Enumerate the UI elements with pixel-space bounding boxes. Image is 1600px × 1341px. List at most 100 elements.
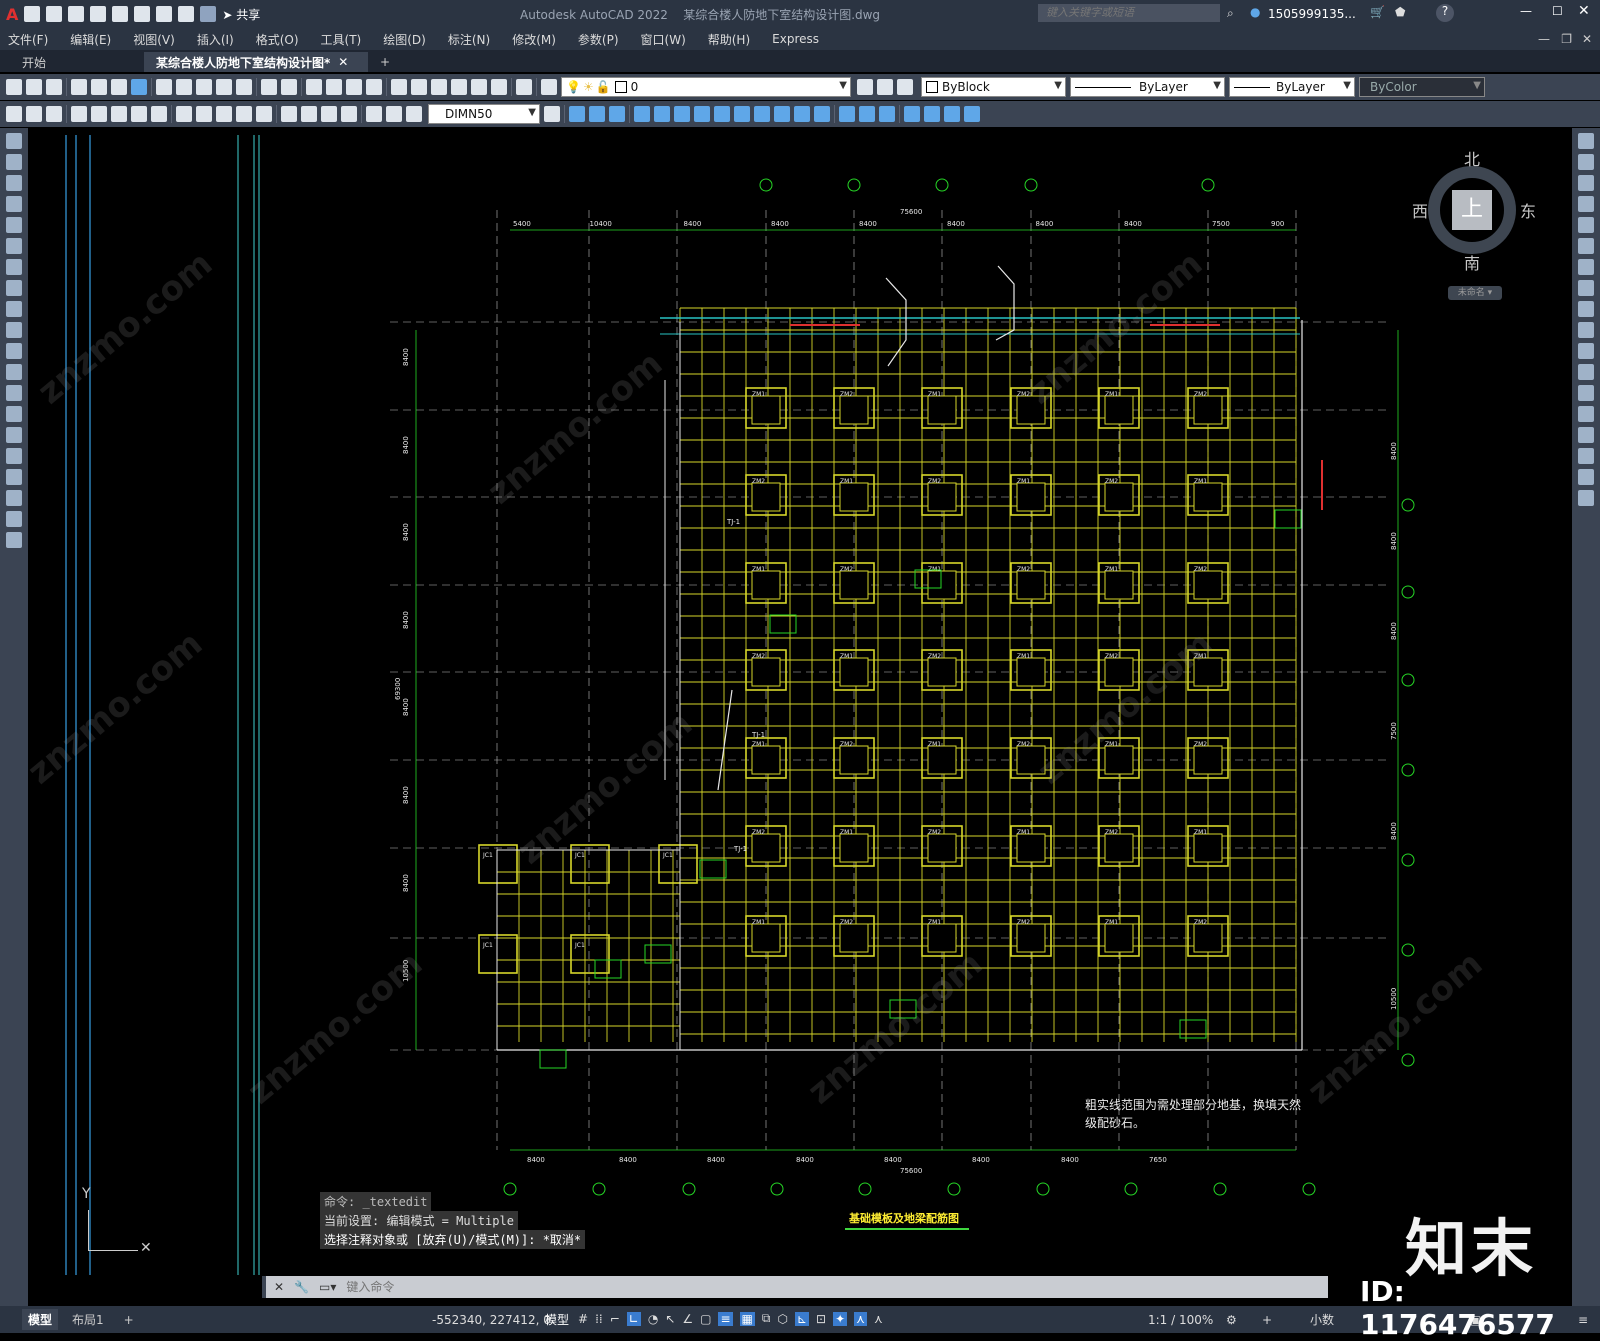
cart-icon[interactable]: 🛒	[1370, 5, 1385, 19]
new-tab-button[interactable]: +	[368, 52, 402, 72]
undo-icon[interactable]	[178, 6, 195, 22]
move-icon[interactable]	[1578, 238, 1594, 254]
user-icon[interactable]: ●	[1250, 5, 1260, 19]
preview-icon[interactable]	[91, 79, 107, 95]
redo-toolbar-icon[interactable]	[281, 79, 297, 95]
jogged-linear-icon[interactable]	[341, 106, 357, 122]
box-icon[interactable]	[754, 106, 770, 122]
offset-icon[interactable]	[1578, 196, 1594, 212]
mtext-icon[interactable]	[6, 511, 22, 527]
zoom-previous-icon[interactable]	[366, 79, 382, 95]
recent-commands-icon[interactable]: ▭▾	[319, 1280, 336, 1294]
dim-edit-icon[interactable]	[366, 106, 382, 122]
selection-cycling-icon[interactable]: ⧉	[762, 1311, 771, 1326]
line-tool-icon[interactable]	[6, 133, 22, 149]
radius-dim-icon[interactable]	[91, 106, 107, 122]
lightbulb-icon[interactable]: 💡	[566, 80, 581, 94]
cone-icon[interactable]	[794, 106, 810, 122]
publish-icon[interactable]	[134, 6, 151, 22]
break-icon[interactable]	[1578, 385, 1594, 401]
erase-icon[interactable]	[1578, 133, 1594, 149]
copy-icon[interactable]	[176, 79, 192, 95]
arc-length-icon[interactable]	[46, 106, 62, 122]
layer-previous-icon[interactable]	[877, 79, 893, 95]
presspull-icon[interactable]	[714, 106, 730, 122]
dim-text-edit-icon[interactable]	[386, 106, 402, 122]
polyline-icon[interactable]	[6, 175, 22, 191]
doc-restore-icon[interactable]: ❐	[1561, 32, 1572, 46]
extrude-icon[interactable]	[634, 106, 650, 122]
gradient-icon[interactable]	[6, 448, 22, 464]
plot-icon[interactable]	[156, 6, 173, 22]
menu-help[interactable]: 帮助(H)	[708, 31, 750, 48]
layer-state-icon[interactable]	[897, 79, 913, 95]
menu-modify[interactable]: 修改(M)	[512, 31, 556, 48]
inspection-icon[interactable]	[321, 106, 337, 122]
copy-object-icon[interactable]	[1578, 154, 1594, 170]
ellipse-icon[interactable]	[6, 322, 22, 338]
dim-break-icon[interactable]	[256, 106, 272, 122]
dim-space-icon[interactable]	[236, 106, 252, 122]
annotation-visibility-icon[interactable]: ⋏	[854, 1311, 867, 1326]
intersect-icon[interactable]	[879, 106, 895, 122]
make-current-icon[interactable]	[857, 79, 873, 95]
block-editor-icon[interactable]	[236, 79, 252, 95]
doc-close-icon[interactable]: ✕	[1582, 32, 1592, 46]
continue-dim-icon[interactable]	[216, 106, 232, 122]
explode-icon[interactable]	[1578, 490, 1594, 506]
close-command-icon[interactable]: ✕	[274, 1280, 284, 1294]
units-readout[interactable]: 小数	[1310, 1311, 1334, 1328]
annotation-scale[interactable]: 1:1 / 100%	[1148, 1313, 1213, 1327]
lineweight-dropdown[interactable]: ByLayer ▼	[1229, 77, 1355, 97]
maximize-icon[interactable]: ☐	[1552, 4, 1563, 18]
move-3d-icon[interactable]	[569, 106, 585, 122]
search-icon[interactable]: ⌕	[1227, 6, 1234, 21]
osnap-icon[interactable]: ▢	[700, 1312, 711, 1326]
zoom-realtime-icon[interactable]	[326, 79, 342, 95]
menu-window[interactable]: 窗口(W)	[641, 31, 686, 48]
polysolid-icon[interactable]	[734, 106, 750, 122]
loft-icon[interactable]	[694, 106, 710, 122]
mirror-icon[interactable]	[1578, 175, 1594, 191]
viewcube-top-face[interactable]: 上	[1452, 190, 1492, 230]
tab-layout1[interactable]: 布局1	[72, 1311, 104, 1328]
menu-dimension[interactable]: 标注(N)	[448, 31, 490, 48]
diameter-dim-icon[interactable]	[131, 106, 147, 122]
union-icon[interactable]	[839, 106, 855, 122]
cut-icon[interactable]	[156, 79, 172, 95]
rectangle-icon[interactable]	[6, 217, 22, 233]
add-layout-button[interactable]: +	[124, 1313, 134, 1327]
save-as-icon[interactable]	[90, 6, 107, 22]
qnew-icon[interactable]	[6, 79, 22, 95]
autoscale-icon[interactable]: ⋏	[874, 1312, 883, 1326]
a360-icon[interactable]: ⬟	[1395, 5, 1405, 19]
calculator-icon[interactable]	[491, 79, 507, 95]
join-icon[interactable]	[1578, 406, 1594, 422]
compass-east[interactable]: 东	[1520, 198, 1536, 222]
menu-edit[interactable]: 编辑(E)	[70, 31, 111, 48]
make-block-icon[interactable]	[6, 385, 22, 401]
search-box[interactable]	[1038, 4, 1220, 22]
blend-icon[interactable]	[1578, 469, 1594, 485]
tolerance-icon[interactable]	[281, 106, 297, 122]
break-point-icon[interactable]	[1578, 364, 1594, 380]
trim-icon[interactable]	[1578, 322, 1594, 338]
rotate-3d-icon[interactable]	[589, 106, 605, 122]
lineweight-icon[interactable]: ≡	[718, 1311, 733, 1326]
save-toolbar-icon[interactable]	[46, 79, 62, 95]
save-icon[interactable]	[68, 6, 85, 22]
coordinates-readout[interactable]: -552340, 227412, 0	[432, 1313, 551, 1327]
sphere-icon[interactable]	[814, 106, 830, 122]
search-input[interactable]	[1044, 6, 1218, 20]
sun-icon[interactable]: ☀	[583, 80, 594, 94]
open-file-icon[interactable]	[46, 6, 63, 22]
markup-icon[interactable]	[471, 79, 487, 95]
stretch-icon[interactable]	[1578, 301, 1594, 317]
wedge-icon[interactable]	[774, 106, 790, 122]
menu-draw[interactable]: 绘图(D)	[383, 31, 426, 48]
match-properties-icon[interactable]	[216, 79, 232, 95]
doc-minimize-icon[interactable]: —	[1538, 32, 1550, 46]
web-mobile-icon[interactable]	[112, 6, 129, 22]
workspace-gear-icon[interactable]: ⚙	[1226, 1313, 1237, 1327]
close-icon[interactable]: ✕	[1578, 3, 1590, 19]
